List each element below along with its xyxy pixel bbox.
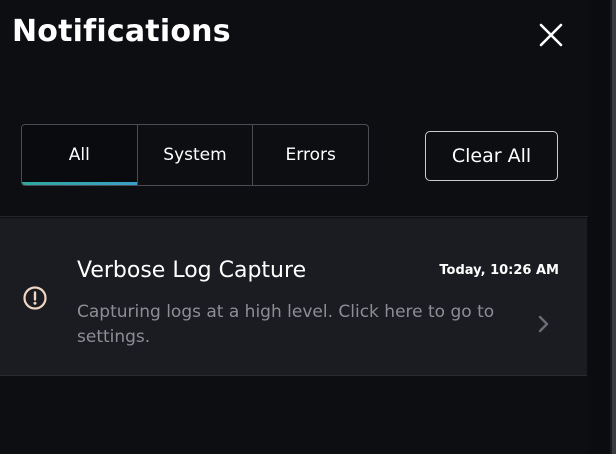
panel-title: Notifications bbox=[12, 14, 231, 49]
alert-circle-icon bbox=[23, 286, 47, 310]
tab-system[interactable]: System bbox=[136, 125, 253, 185]
window-edge bbox=[610, 0, 616, 454]
backdrop bbox=[588, 0, 610, 454]
tab-errors[interactable]: Errors bbox=[252, 125, 368, 185]
clear-all-button[interactable]: Clear All bbox=[425, 131, 558, 181]
close-button[interactable] bbox=[536, 20, 566, 50]
filter-tabs: All System Errors bbox=[21, 124, 369, 186]
notification-timestamp: Today, 10:26 AM bbox=[439, 263, 559, 278]
notification-title: Verbose Log Capture bbox=[77, 258, 307, 283]
close-icon bbox=[539, 23, 563, 47]
tab-all[interactable]: All bbox=[22, 125, 137, 185]
divider bbox=[0, 216, 588, 217]
notification-message: Capturing logs at a high level. Click he… bbox=[77, 302, 495, 347]
notifications-panel: Notifications All System Errors Clear Al… bbox=[0, 0, 588, 454]
notification-item[interactable]: Verbose Log Capture Today, 10:26 AM Capt… bbox=[0, 218, 587, 376]
chevron-right-icon bbox=[538, 315, 549, 333]
